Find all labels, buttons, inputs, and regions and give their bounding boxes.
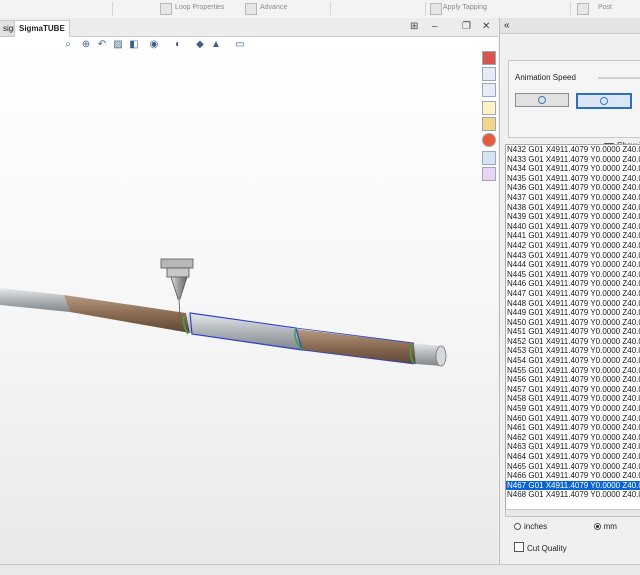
- cut-quality-checkbox[interactable]: [514, 542, 524, 552]
- nc-code-line[interactable]: N436 G01 X4911.4079 Y0.0000 Z40.000: [506, 183, 640, 193]
- nc-code-line[interactable]: N454 G01 X4911.4079 Y0.0000 Z40.000: [506, 356, 640, 366]
- tab-sigmatube[interactable]: SigmaTUBE: [14, 20, 70, 37]
- panel-collapse-button[interactable]: «: [500, 18, 640, 34]
- window-menu-icon[interactable]: ⊞: [410, 21, 418, 32]
- nc-code-line[interactable]: N456 G01 X4911.4079 Y0.0000 Z40.000: [506, 375, 640, 385]
- right-task-panel: « Animation Speed ✓Show T N432 G01 X4911…: [499, 18, 640, 564]
- nc-code-line[interactable]: N435 G01 X4911.4079 Y0.0000 Z40.000: [506, 174, 640, 184]
- nc-code-line[interactable]: N446 G01 X4911.4079 Y0.0000 Z40.000: [506, 279, 640, 289]
- post-icon[interactable]: [577, 3, 589, 15]
- folder-icon[interactable]: [482, 101, 496, 115]
- nc-code-line[interactable]: N468 G01 X4911.4079 Y0.0000 Z40.000: [506, 490, 640, 500]
- mm-label: mm: [603, 522, 617, 531]
- animation-speed-group: Animation Speed: [508, 60, 640, 138]
- nc-code-line[interactable]: N455 G01 X4911.4079 Y0.0000 Z40.000: [506, 366, 640, 376]
- nc-code-line[interactable]: N452 G01 X4911.4079 Y0.0000 Z40.000: [506, 337, 640, 347]
- nc-code-line[interactable]: N460 G01 X4911.4079 Y0.0000 Z40.000: [506, 414, 640, 424]
- layers-icon[interactable]: [482, 167, 496, 181]
- tube-cut-section-1: [64, 295, 190, 333]
- tube-cut-section-2: [296, 329, 416, 364]
- speed-slow-button[interactable]: [515, 93, 569, 107]
- cut-quality-label: Cut Quality: [527, 544, 567, 553]
- close-icon[interactable]: ✕: [482, 21, 490, 32]
- toolbar-separator: [425, 2, 426, 16]
- nc-code-line[interactable]: N466 G01 X4911.4079 Y0.0000 Z40.000: [506, 471, 640, 481]
- advance-button[interactable]: Advance: [260, 4, 287, 11]
- nc-code-line[interactable]: N440 G01 X4911.4079 Y0.0000 Z40.000: [506, 222, 640, 232]
- nc-code-line[interactable]: N461 G01 X4911.4079 Y0.0000 Z40.000: [506, 423, 640, 433]
- tube-model[interactable]: [0, 37, 498, 564]
- laser-head: [160, 258, 194, 318]
- color-wheel-icon[interactable]: [482, 133, 496, 147]
- tube-end-face: [435, 345, 447, 367]
- minimize-icon[interactable]: –: [432, 21, 438, 32]
- side-tool-strip: [481, 51, 496, 203]
- speed-normal-icon: [600, 97, 608, 105]
- nc-code-line[interactable]: N447 G01 X4911.4079 Y0.0000 Z40.000: [506, 289, 640, 299]
- units-radio-group: inches mm: [514, 522, 617, 531]
- advance-icon[interactable]: [245, 3, 257, 15]
- nc-code-line[interactable]: N453 G01 X4911.4079 Y0.0000 Z40.000: [506, 346, 640, 356]
- speed-normal-button[interactable]: [576, 93, 632, 109]
- inches-label: inches: [524, 522, 548, 531]
- nc-code-list[interactable]: N432 G01 X4911.4079 Y0.0000 Z40.000 N433 …: [505, 144, 640, 511]
- nc-code-line[interactable]: N450 G01 X4911.4079 Y0.0000 Z40.000: [506, 318, 640, 328]
- inches-radio[interactable]: [514, 523, 521, 530]
- nc-code-line[interactable]: N458 G01 X4911.4079 Y0.0000 Z40.000: [506, 394, 640, 404]
- document-tab-bar: sign SigmaTUBE ⊞ – ❐ ✕: [0, 18, 498, 37]
- apply-tapping-button[interactable]: Apply Tapping: [443, 4, 487, 11]
- list-icon[interactable]: [482, 151, 496, 165]
- animation-speed-slider[interactable]: [598, 77, 640, 79]
- code-horizontal-scrollbar[interactable]: [505, 509, 640, 517]
- toolbar-separator: [330, 2, 331, 16]
- nc-code-line[interactable]: N441 G01 X4911.4079 Y0.0000 Z40.000: [506, 231, 640, 241]
- nc-code-line[interactable]: N437 G01 X4911.4079 Y0.0000 Z40.000: [506, 193, 640, 203]
- tube-segment-middle: [186, 313, 302, 350]
- apply-tapping-icon[interactable]: [430, 3, 442, 15]
- restore-icon[interactable]: ❐: [462, 21, 471, 32]
- sigma-icon[interactable]: [482, 51, 496, 65]
- nc-code-line[interactable]: N451 G01 X4911.4079 Y0.0000 Z40.000: [506, 327, 640, 337]
- nc-code-line[interactable]: N463 G01 X4911.4079 Y0.0000 Z40.000: [506, 442, 640, 452]
- nc-code-line[interactable]: N462 G01 X4911.4079 Y0.0000 Z40.000: [506, 433, 640, 443]
- mm-radio[interactable]: [593, 523, 601, 530]
- nc-code-line[interactable]: N444 G01 X4911.4079 Y0.0000 Z40.000: [506, 260, 640, 270]
- loop-properties-button[interactable]: Loop Properties: [175, 4, 224, 11]
- graphics-viewport[interactable]: ⌕ ⊕ ↶ ▨ ◧ ◉ ◐ ◆ ▲ ▭: [0, 37, 498, 564]
- nc-code-line[interactable]: N457 G01 X4911.4079 Y0.0000 Z40.000: [506, 385, 640, 395]
- home-icon[interactable]: [482, 67, 496, 81]
- nc-code-line[interactable]: N432 G01 X4911.4079 Y0.0000 Z40.000: [506, 145, 640, 155]
- image-icon[interactable]: [482, 117, 496, 131]
- cut-quality-row[interactable]: Cut Quality: [514, 542, 567, 553]
- nc-code-line[interactable]: N467 G01 X4911.4079 Y0.0000 Z40.000: [506, 480, 640, 491]
- nc-code-line[interactable]: N449 G01 X4911.4079 Y0.0000 Z40.000: [506, 308, 640, 318]
- loop-properties-icon[interactable]: [160, 3, 172, 15]
- database-icon[interactable]: [482, 83, 496, 97]
- animation-speed-label: Animation Speed: [515, 73, 576, 82]
- tube-segment-left: [0, 288, 70, 312]
- nc-code-line[interactable]: N445 G01 X4911.4079 Y0.0000 Z40.000: [506, 270, 640, 280]
- nc-code-line[interactable]: N464 G01 X4911.4079 Y0.0000 Z40.000: [506, 452, 640, 462]
- nc-code-line[interactable]: N443 G01 X4911.4079 Y0.0000 Z40.000: [506, 251, 640, 261]
- nc-code-line[interactable]: N434 G01 X4911.4079 Y0.0000 Z40.000: [506, 164, 640, 174]
- nc-code-line[interactable]: N459 G01 X4911.4079 Y0.0000 Z40.000: [506, 404, 640, 414]
- nc-code-line[interactable]: N465 G01 X4911.4079 Y0.0000 Z40.000: [506, 462, 640, 472]
- post-button[interactable]: Post: [598, 4, 612, 11]
- nc-code-line[interactable]: N448 G01 X4911.4079 Y0.0000 Z40.000: [506, 299, 640, 309]
- nc-code-line[interactable]: N438 G01 X4911.4079 Y0.0000 Z40.000: [506, 203, 640, 213]
- status-bar: [0, 564, 640, 575]
- nc-code-line[interactable]: N442 G01 X4911.4079 Y0.0000 Z40.000: [506, 241, 640, 251]
- speed-slow-icon: [538, 96, 546, 104]
- ribbon-toolbar: Loop Properties Advance Apply Tapping Po…: [0, 0, 640, 19]
- nc-code-line[interactable]: N433 G01 X4911.4079 Y0.0000 Z40.000: [506, 155, 640, 165]
- toolbar-separator: [112, 2, 113, 16]
- nc-code-line[interactable]: N439 G01 X4911.4079 Y0.0000 Z40.000: [506, 212, 640, 222]
- toolbar-separator: [570, 2, 571, 16]
